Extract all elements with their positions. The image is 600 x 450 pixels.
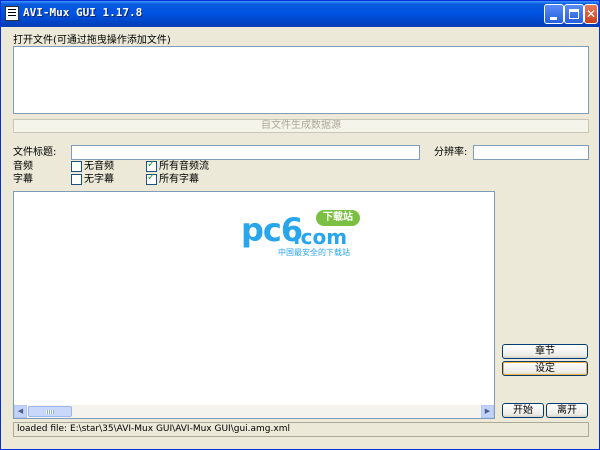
no-audio-checkbox[interactable] [71, 161, 82, 172]
minimize-button[interactable] [544, 4, 564, 24]
file-title-label: 文件标题: [13, 147, 57, 158]
app-icon[interactable] [5, 6, 19, 21]
no-audio-label: 无音频 [84, 161, 114, 172]
title-bar[interactable]: AVI-Mux GUI 1.17.8 ✕ [1, 1, 599, 27]
all-subtitles-label: 所有字幕 [159, 174, 199, 185]
start-button[interactable]: 开始 [502, 403, 544, 418]
generate-data-source-button[interactable]: 自文件生成数据源 [13, 119, 589, 133]
app-window: AVI-Mux GUI 1.17.8 ✕ 打开文件(可通过拖曳操作添加文件) 自… [0, 0, 600, 450]
resolution-label: 分辨率: [434, 147, 468, 158]
scroll-thumb[interactable] [28, 406, 72, 417]
no-subtitles-label: 无字幕 [84, 174, 114, 185]
file-title-input[interactable] [71, 145, 420, 160]
scroll-left-icon[interactable]: ◀ [14, 405, 27, 418]
watermark-badge: 下载站 [316, 210, 360, 226]
scroll-right-icon[interactable]: ▶ [481, 405, 494, 418]
close-icon: ✕ [585, 7, 597, 21]
minimize-icon [550, 17, 557, 20]
subtitles-label: 字幕 [13, 174, 33, 185]
window-title: AVI-Mux GUI 1.17.8 [23, 6, 143, 19]
exit-button[interactable]: 离开 [546, 403, 588, 418]
chapters-button[interactable]: 章节 [502, 344, 588, 359]
watermark-logo: pc6 .com 下载站 中国最安全的下载站 [241, 210, 363, 261]
file-list[interactable] [13, 46, 589, 114]
no-subtitles-checkbox[interactable] [71, 174, 82, 185]
maximize-button[interactable] [564, 4, 584, 24]
horizontal-scrollbar[interactable]: ◀ ▶ [14, 405, 494, 418]
maximize-icon [569, 9, 579, 19]
all-subtitles-checkbox[interactable] [146, 172, 157, 185]
status-bar: loaded file: E:\star\35\AVI-Mux GUI\AVI-… [13, 422, 589, 437]
audio-label: 音频 [13, 161, 33, 172]
settings-button[interactable]: 设定 [502, 361, 588, 376]
resolution-input[interactable] [473, 145, 589, 160]
all-audio-label: 所有音频流 [159, 161, 209, 172]
all-audio-checkbox[interactable] [146, 159, 157, 172]
close-button[interactable]: ✕ [584, 4, 598, 24]
watermark-domain: .com [293, 225, 348, 249]
watermark-tagline: 中国最安全的下载站 [278, 248, 350, 257]
